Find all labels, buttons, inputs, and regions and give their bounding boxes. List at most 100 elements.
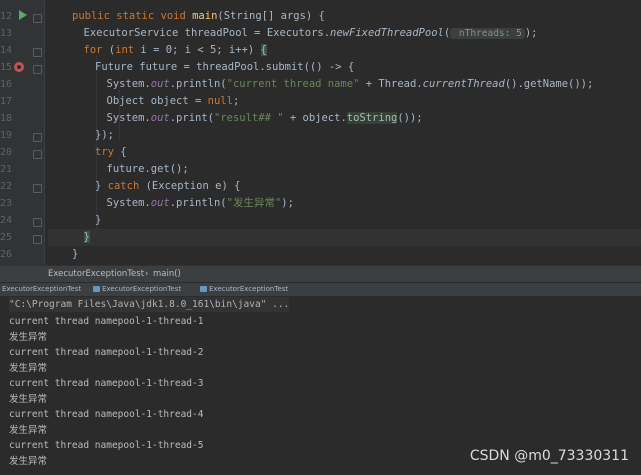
code-token: + Thread. xyxy=(359,78,423,90)
run-tab[interactable]: ExecutorExceptionTest xyxy=(93,283,181,296)
fold-marker-icon[interactable] xyxy=(33,14,42,23)
code-line[interactable]: System.out.println("发生异常"); xyxy=(48,195,641,212)
run-config-icon xyxy=(200,286,207,292)
run-tab[interactable]: ExecutorExceptionTest xyxy=(2,283,81,296)
line-number: 14 xyxy=(0,45,13,56)
run-tabs: ExecutorExceptionTest ExecutorExceptionT… xyxy=(0,282,641,296)
code-token: "result## " xyxy=(214,112,284,124)
editor-gutter[interactable]: 12 13 14 15 16 17 18 19 20 21 22 23 24 25 26 xyxy=(0,0,45,265)
code-token: try xyxy=(95,146,121,158)
code-token: i = 0; i < 5; i++) xyxy=(140,44,261,56)
code-line[interactable]: for (int i = 0; i < 5; i++) { xyxy=(48,42,641,59)
fold-marker-icon[interactable] xyxy=(33,218,42,227)
console-line: current thread namepool-1-thread-5 xyxy=(9,440,204,451)
code-token: toString xyxy=(346,112,398,124)
code-token: ); xyxy=(281,197,294,209)
code-line[interactable]: }); xyxy=(48,127,641,144)
fold-marker-icon[interactable] xyxy=(33,184,42,193)
code-line[interactable]: } xyxy=(48,212,641,229)
code-token: } xyxy=(95,214,102,226)
code-token: ; xyxy=(232,95,240,107)
code-token: public static void xyxy=(72,10,193,22)
fold-marker-icon[interactable] xyxy=(33,235,42,244)
code-token: catch xyxy=(107,180,146,192)
line-number: 19 xyxy=(0,130,13,141)
fold-marker-icon[interactable] xyxy=(33,150,42,159)
code-token: ); xyxy=(524,27,538,39)
code-token: } xyxy=(72,248,79,260)
fold-marker-icon[interactable] xyxy=(33,133,42,142)
line-number: 26 xyxy=(0,249,13,260)
run-arrow-icon[interactable] xyxy=(19,10,27,20)
line-number: 20 xyxy=(0,147,13,158)
code-line[interactable]: future.get(); xyxy=(48,161,641,178)
code-line[interactable]: try { xyxy=(48,144,641,161)
code-line[interactable]: Object object = null; xyxy=(48,93,641,110)
code-line[interactable]: } xyxy=(48,246,641,263)
code-token: .println( xyxy=(169,197,227,209)
code-token: (String[] args) { xyxy=(217,10,325,22)
console-line: current thread namepool-1-thread-4 xyxy=(9,409,204,420)
code-line[interactable]: ExecutorService threadPool = Executors. n… xyxy=(48,25,641,42)
line-number: 21 xyxy=(0,164,13,175)
code-token: Object object = xyxy=(106,95,208,107)
fold-marker-icon[interactable] xyxy=(33,48,42,57)
watermark: CSDN @m0_73330311 xyxy=(469,448,629,464)
code-token: { xyxy=(260,44,267,56)
breadcrumb: ExecutorExceptionTest › main() xyxy=(0,265,641,282)
code-line[interactable]: public static void main(String[] args) { xyxy=(48,8,641,25)
console-line: 发生异常 xyxy=(9,424,48,436)
console-command: "C:\Program Files\Java\jdk1.8.0_161\bin\… xyxy=(9,297,290,312)
console-line: current thread namepool-1-thread-2 xyxy=(9,347,204,358)
code-token: System. xyxy=(106,197,151,209)
line-number: 17 xyxy=(0,96,13,107)
code-line[interactable]: System.out.print("result## " + object.to… xyxy=(48,110,641,127)
code-token: + object. xyxy=(283,112,347,124)
line-number: 13 xyxy=(0,28,13,39)
line-number: 25 xyxy=(0,232,13,243)
breadcrumb-class[interactable]: ExecutorExceptionTest xyxy=(48,266,144,283)
code-editor[interactable]: 12 13 14 15 16 17 18 19 20 21 22 23 24 25 26 public st… xyxy=(0,0,641,265)
code-token: Future future = threadPool.submit(() -> … xyxy=(95,61,355,73)
code-token: ExecutorService threadPool = Executors. xyxy=(83,27,331,39)
line-number: 22 xyxy=(0,181,13,192)
run-tab-label: ExecutorExceptionTest xyxy=(209,285,289,293)
code-token: out xyxy=(150,112,170,124)
run-tab-label: ExecutorExceptionTest xyxy=(2,285,82,293)
run-config-icon xyxy=(93,286,100,292)
parameter-hint: nThreads: 5 xyxy=(450,28,525,39)
code-token: { xyxy=(120,146,127,158)
code-line[interactable]: Future future = threadPool.submit(() -> … xyxy=(48,59,641,76)
code-token: ().getName()); xyxy=(504,78,594,90)
run-tab-label: ExecutorExceptionTest xyxy=(102,285,182,293)
breadcrumb-method[interactable]: main() xyxy=(153,266,181,283)
code-line[interactable]: } xyxy=(48,229,641,246)
line-number: 18 xyxy=(0,113,13,124)
run-tab[interactable]: ExecutorExceptionTest xyxy=(200,283,288,296)
code-token: "发生异常" xyxy=(226,197,282,209)
line-number: 23 xyxy=(0,198,13,209)
fold-marker-icon[interactable] xyxy=(33,65,42,74)
console-line: 发生异常 xyxy=(9,455,48,467)
code-token: out xyxy=(150,78,170,90)
code-token: System. xyxy=(106,78,151,90)
code-token: ()); xyxy=(397,112,423,124)
console-line: 发生异常 xyxy=(9,331,48,343)
code-token: null xyxy=(207,95,233,107)
code-token: (Exception e) { xyxy=(145,180,241,192)
code-token: System. xyxy=(106,112,151,124)
console-line: current thread namepool-1-thread-1 xyxy=(9,316,204,327)
line-number: 15 xyxy=(0,62,13,73)
code-token: main xyxy=(192,10,218,22)
breakpoint-icon[interactable] xyxy=(14,62,24,72)
breadcrumb-separator: › xyxy=(145,269,149,279)
console-line: 发生异常 xyxy=(9,362,48,374)
code-line[interactable]: } catch (Exception e) { xyxy=(48,178,641,195)
code-line[interactable]: System.out.println("current thread name"… xyxy=(48,76,641,93)
line-number: 16 xyxy=(0,79,13,90)
line-number: 24 xyxy=(0,215,13,226)
console-line: current thread namepool-1-thread-3 xyxy=(9,378,204,389)
code-token: "current thread name" xyxy=(226,78,360,90)
code-token: int xyxy=(115,44,141,56)
code-token: }); xyxy=(95,129,114,141)
